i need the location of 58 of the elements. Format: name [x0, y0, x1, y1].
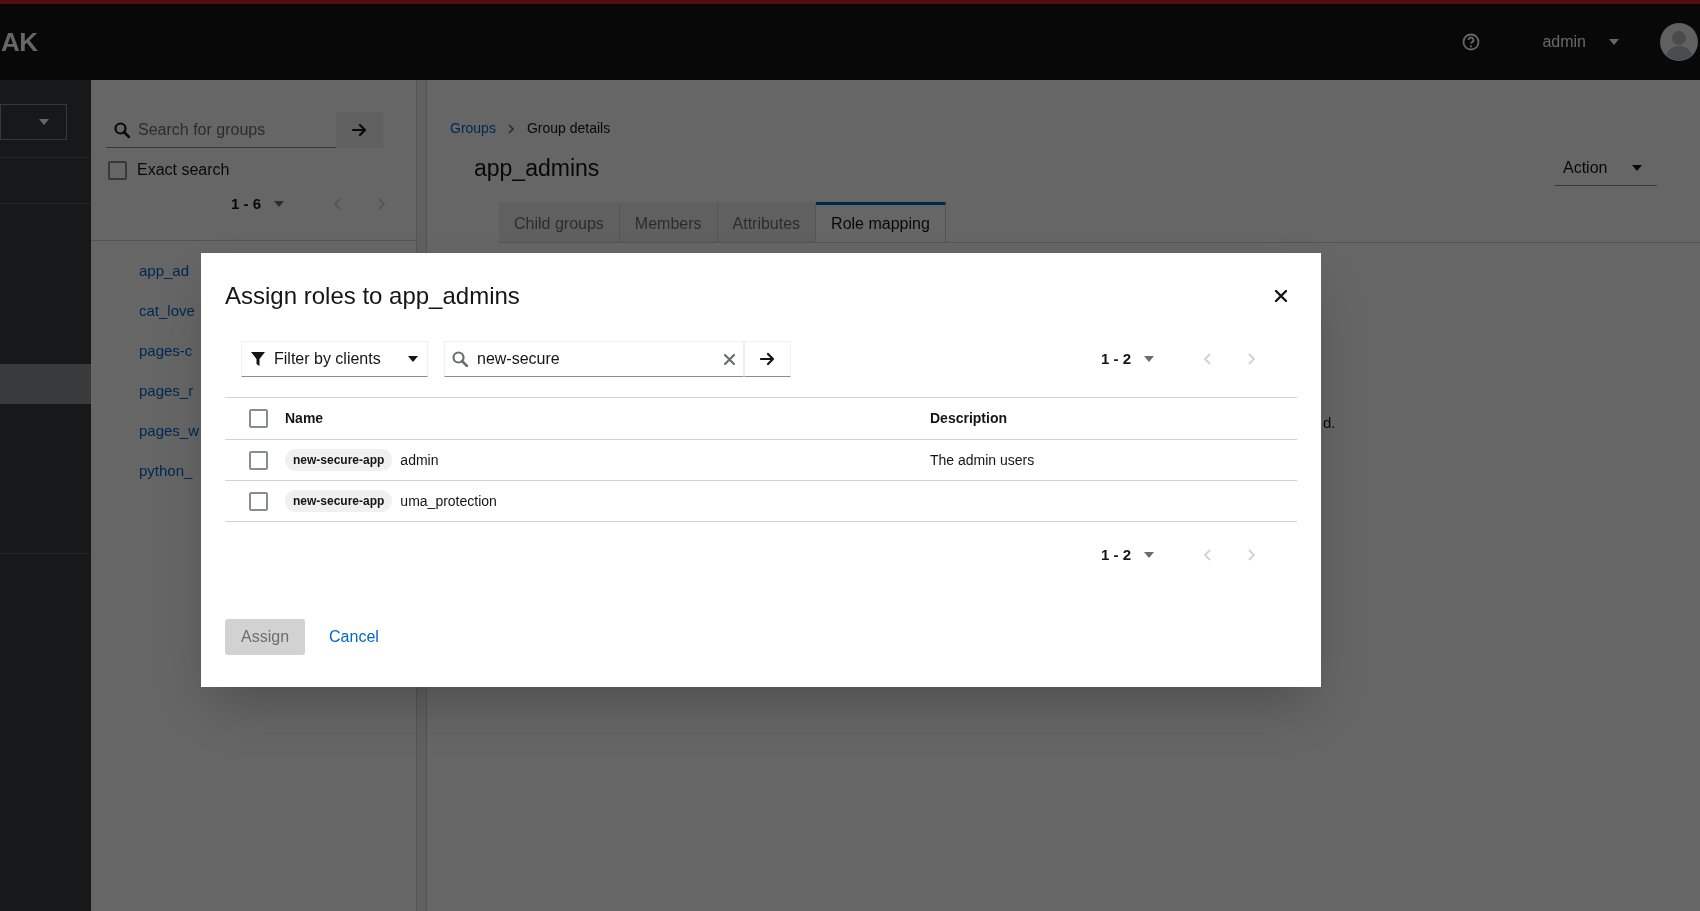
- table-cell-text: admin: [400, 450, 439, 470]
- group-link[interactable]: pages_r: [139, 371, 194, 411]
- user-menu[interactable]: admin: [1542, 30, 1620, 54]
- pagination-toggle[interactable]: 1 - 2: [1093, 341, 1163, 377]
- table-cell: The admin users: [930, 452, 1035, 468]
- clear-button[interactable]: [722, 352, 736, 366]
- group-link[interactable]: cat_love: [139, 291, 195, 331]
- modal-title: Assign roles to app_admins: [225, 281, 521, 311]
- filter-icon: [250, 351, 266, 367]
- checkbox[interactable]: [108, 160, 127, 180]
- client-badge: new-secure-app: [285, 449, 393, 471]
- close-icon: [1275, 290, 1287, 302]
- group-link[interactable]: pages-c: [139, 331, 193, 371]
- group-link[interactable]: pages_w: [139, 411, 200, 451]
- group-link[interactable]: python_: [139, 451, 193, 491]
- action-dropdown[interactable]: Action: [1555, 151, 1657, 186]
- caret-icon: [1143, 551, 1155, 559]
- page-title: app_admins: [474, 154, 601, 184]
- chevron-right-icon: [1246, 549, 1256, 561]
- caret-icon: [1143, 355, 1155, 363]
- client-badge: new-secure-app: [285, 490, 393, 512]
- search-icon: [452, 351, 468, 367]
- breadcrumb-link[interactable]: Groups: [450, 118, 496, 139]
- arrow-right-icon: [759, 352, 776, 366]
- breadcrumb-current: Group details: [526, 119, 611, 138]
- caret-icon: [407, 355, 419, 363]
- tab[interactable]: Role mapping: [816, 202, 946, 242]
- group-link[interactable]: app_ad: [139, 251, 190, 291]
- chevron-right-icon: [507, 123, 515, 134]
- chevron-left-icon: [1202, 353, 1212, 365]
- checkbox[interactable]: [249, 450, 268, 470]
- caret-icon: [38, 118, 50, 126]
- help-icon[interactable]: [1462, 33, 1481, 51]
- caret-icon: [1631, 164, 1643, 172]
- checkbox-label: Exact search: [137, 160, 230, 180]
- logo-text: AK: [1, 25, 38, 59]
- search-button[interactable]: [744, 341, 791, 377]
- cancel-link[interactable]: Cancel: [313, 619, 395, 655]
- chevron-right-icon: [1246, 353, 1256, 365]
- search-field[interactable]: Search for groups: [106, 112, 337, 148]
- search-field[interactable]: new-secure: [444, 341, 744, 377]
- column-header: Description: [930, 409, 1008, 428]
- caret-icon: [1608, 38, 1620, 46]
- checkbox[interactable]: [249, 409, 268, 428]
- filter-dropdown[interactable]: Filter by clients: [241, 341, 428, 377]
- pagination-toggle[interactable]: 1 - 6: [223, 186, 293, 222]
- checkbox[interactable]: [249, 491, 268, 511]
- search-icon: [114, 122, 130, 138]
- arrow-right-icon: [351, 123, 368, 137]
- table-cell-text: uma_protection: [400, 491, 497, 511]
- avatar-icon: [1660, 23, 1698, 61]
- close-icon: [723, 353, 735, 365]
- caret-icon: [273, 200, 285, 208]
- body-text: d.: [1323, 413, 1336, 433]
- chevron-left-icon: [1202, 549, 1212, 561]
- pagination-toggle[interactable]: 1 - 2: [1093, 537, 1163, 573]
- column-header: Name: [285, 409, 325, 428]
- realm-dropdown[interactable]: [0, 104, 67, 140]
